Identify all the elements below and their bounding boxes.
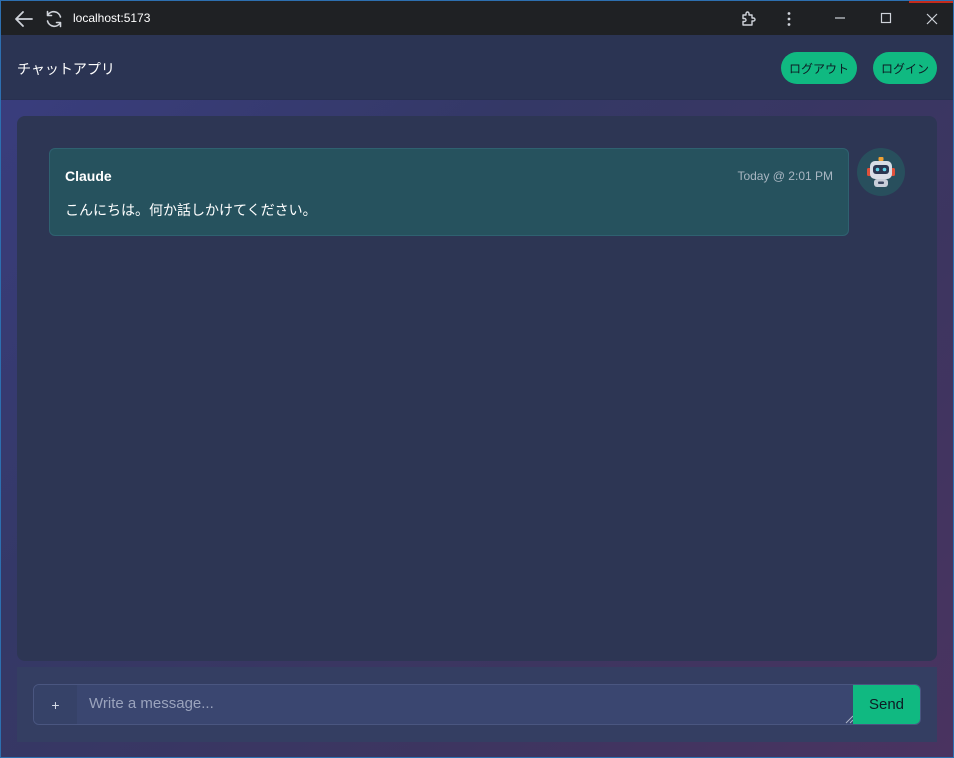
avatar [857, 148, 905, 196]
address-bar-url[interactable]: localhost:5173 [73, 11, 150, 25]
message-input[interactable] [77, 685, 853, 724]
login-button[interactable]: ログイン [873, 52, 937, 84]
chat-messages-panel[interactable]: Claude Today @ 2:01 PM こんにちは。何か話しかけてください… [17, 116, 937, 661]
maximize-icon [880, 12, 892, 24]
logout-button[interactable]: ログアウト [781, 52, 857, 84]
robot-icon [867, 157, 895, 187]
reload-button[interactable] [41, 7, 67, 31]
composer-bar: + Send [17, 667, 937, 742]
back-button[interactable] [11, 7, 37, 31]
app-title: チャットアプリ [17, 61, 115, 77]
message-timestamp: Today @ 2:01 PM [737, 169, 833, 183]
extensions-button[interactable] [737, 7, 761, 31]
send-button[interactable]: Send [853, 685, 920, 724]
reload-icon [46, 10, 62, 28]
app-area: チャットアプリ ログアウト ログイン Claude Today @ 2:01 P… [1, 35, 953, 757]
more-menu-button[interactable] [777, 7, 801, 31]
attach-button[interactable]: + [34, 685, 77, 724]
minimize-button[interactable] [817, 1, 863, 35]
back-arrow-icon [15, 11, 33, 27]
window-close-button[interactable] [909, 1, 953, 35]
minimize-icon [835, 17, 845, 19]
browser-window: localhost:5173 チャットアプリ ログアウト ログイン Claude… [0, 0, 954, 758]
message-bubble: Claude Today @ 2:01 PM こんにちは。何か話しかけてください… [49, 148, 849, 236]
composer: + Send [33, 684, 921, 725]
title-bar: localhost:5173 [1, 1, 953, 35]
more-vertical-icon [787, 12, 791, 26]
extensions-icon [742, 11, 756, 26]
message-text: こんにちは。何か話しかけてください。 [65, 202, 317, 218]
app-header: チャットアプリ ログアウト ログイン [1, 35, 953, 100]
maximize-button[interactable] [863, 1, 909, 35]
message-author: Claude [65, 168, 112, 184]
close-icon [926, 13, 937, 25]
